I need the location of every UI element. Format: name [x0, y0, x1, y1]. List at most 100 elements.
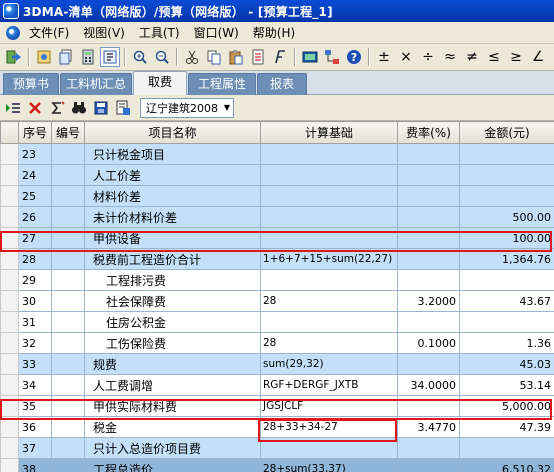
tree-view-icon[interactable]: [322, 47, 342, 67]
cell-rate[interactable]: [397, 143, 460, 165]
menu-help[interactable]: 帮助(H): [246, 23, 302, 43]
screen-icon[interactable]: [300, 47, 320, 67]
save-icon[interactable]: [91, 98, 111, 118]
cell-name[interactable]: 只计入总造价项目费: [84, 437, 261, 459]
cell-rate[interactable]: [397, 395, 460, 417]
greater-equal-symbol-button[interactable]: ≥: [505, 47, 527, 67]
cell-seq[interactable]: 30: [18, 290, 52, 312]
system-menu-icon[interactable]: [6, 25, 20, 40]
cell-amount[interactable]: 100.00: [459, 227, 554, 249]
cell-seq[interactable]: 24: [18, 164, 52, 186]
table-row[interactable]: 23 只计税金项目: [0, 143, 554, 165]
cell-basis[interactable]: [260, 311, 398, 333]
table-row[interactable]: 26 未计价材料价差 500.00: [0, 206, 554, 228]
menu-file[interactable]: 文件(F): [22, 23, 76, 43]
find-icon[interactable]: [69, 98, 89, 118]
cell-code[interactable]: [51, 248, 85, 270]
cell-amount[interactable]: 45.03: [459, 353, 554, 375]
cell-seq[interactable]: 36: [18, 416, 52, 438]
cell-name[interactable]: 只计税金项目: [84, 143, 261, 165]
cell-amount[interactable]: 1.36: [459, 332, 554, 354]
cell-rate[interactable]: [397, 311, 460, 333]
cell-amount[interactable]: 500.00: [459, 206, 554, 228]
cell-rate[interactable]: [397, 437, 460, 459]
cell-code[interactable]: [51, 395, 85, 417]
cell-seq[interactable]: 33: [18, 353, 52, 375]
cell-seq[interactable]: 37: [18, 437, 52, 459]
angle-symbol-button[interactable]: ∠: [527, 47, 549, 67]
table-row[interactable]: 36 税金 28+33+34-27 3.4770 47.39: [0, 416, 554, 438]
approx-symbol-button[interactable]: ≈: [439, 47, 461, 67]
row-indicator[interactable]: [0, 248, 19, 270]
zoom-in-icon[interactable]: [130, 47, 150, 67]
table-row[interactable]: 28 税费前工程造价合计 1+6+7+15+sum(22,27) 1,364.7…: [0, 248, 554, 270]
cell-name[interactable]: 工伤保险费: [84, 332, 261, 354]
cell-seq[interactable]: 35: [18, 395, 52, 417]
cell-basis[interactable]: [260, 269, 398, 291]
cell-name[interactable]: 社会保障费: [84, 290, 261, 312]
cell-code[interactable]: [51, 143, 85, 165]
cell-amount[interactable]: [459, 185, 554, 207]
column-header-basis[interactable]: 计算基础: [260, 121, 398, 144]
cell-seq[interactable]: 31: [18, 311, 52, 333]
cell-code[interactable]: [51, 374, 85, 396]
paste-icon[interactable]: [226, 47, 246, 67]
cell-name[interactable]: 材料价差: [84, 185, 261, 207]
cell-code[interactable]: [51, 416, 85, 438]
divide-symbol-button[interactable]: ÷: [417, 47, 439, 67]
settings-icon[interactable]: [100, 47, 120, 67]
column-header-code[interactable]: 编号: [51, 121, 85, 144]
table-row[interactable]: 32 工伤保险费 28 0.1000 1.36: [0, 332, 554, 354]
row-indicator[interactable]: [0, 206, 19, 228]
row-indicator[interactable]: [0, 290, 19, 312]
cell-seq[interactable]: 27: [18, 227, 52, 249]
cell-rate[interactable]: [397, 353, 460, 375]
cell-amount[interactable]: [459, 143, 554, 165]
row-indicator[interactable]: [0, 311, 19, 333]
table-row[interactable]: 29 工程排污费: [0, 269, 554, 291]
cell-rate[interactable]: 34.0000: [397, 374, 460, 396]
cell-name[interactable]: 工程排污费: [84, 269, 261, 291]
cell-basis[interactable]: [260, 164, 398, 186]
cell-rate[interactable]: 3.4770: [397, 416, 460, 438]
cell-amount[interactable]: 5,000.00: [459, 395, 554, 417]
cell-amount[interactable]: [459, 164, 554, 186]
delete-row-icon[interactable]: [25, 98, 45, 118]
cell-basis[interactable]: sum(29,32): [260, 353, 398, 375]
less-equal-symbol-button[interactable]: ≤: [483, 47, 505, 67]
cell-seq[interactable]: 26: [18, 206, 52, 228]
cell-seq[interactable]: 29: [18, 269, 52, 291]
template-icon[interactable]: [113, 98, 133, 118]
row-indicator[interactable]: [0, 332, 19, 354]
cell-seq[interactable]: 32: [18, 332, 52, 354]
row-indicator[interactable]: [0, 227, 19, 249]
cell-code[interactable]: [51, 185, 85, 207]
cell-name[interactable]: 人工费调增: [84, 374, 261, 396]
cell-code[interactable]: [51, 353, 85, 375]
zoom-out-icon[interactable]: [152, 47, 172, 67]
cell-basis[interactable]: RGF+DERGF_JXTB: [260, 374, 398, 396]
table-row[interactable]: 30 社会保障费 28 3.2000 43.67: [0, 290, 554, 312]
plus-minus-symbol-button[interactable]: ±: [373, 47, 395, 67]
row-indicator[interactable]: [0, 437, 19, 459]
column-header-amount[interactable]: 金额(元): [459, 121, 554, 144]
cell-rate[interactable]: 3.2000: [397, 290, 460, 312]
cell-rate[interactable]: 0.1000: [397, 332, 460, 354]
cell-seq[interactable]: 34: [18, 374, 52, 396]
row-indicator[interactable]: [0, 164, 19, 186]
row-indicator[interactable]: [0, 353, 19, 375]
cell-basis[interactable]: 1+6+7+15+sum(22,27): [260, 248, 398, 270]
tab-budget-book[interactable]: 预算书: [3, 73, 59, 95]
row-indicator[interactable]: [0, 374, 19, 396]
cell-basis[interactable]: [260, 143, 398, 165]
cell-name[interactable]: 税金: [84, 416, 261, 438]
cell-rate[interactable]: [397, 206, 460, 228]
cell-basis[interactable]: [260, 227, 398, 249]
cell-rate[interactable]: [397, 269, 460, 291]
formula-icon[interactable]: [270, 47, 290, 67]
cell-name[interactable]: 人工价差: [84, 164, 261, 186]
cell-amount[interactable]: [459, 269, 554, 291]
not-equal-symbol-button[interactable]: ≠: [461, 47, 483, 67]
row-indicator[interactable]: [0, 416, 19, 438]
cell-amount[interactable]: [459, 437, 554, 459]
